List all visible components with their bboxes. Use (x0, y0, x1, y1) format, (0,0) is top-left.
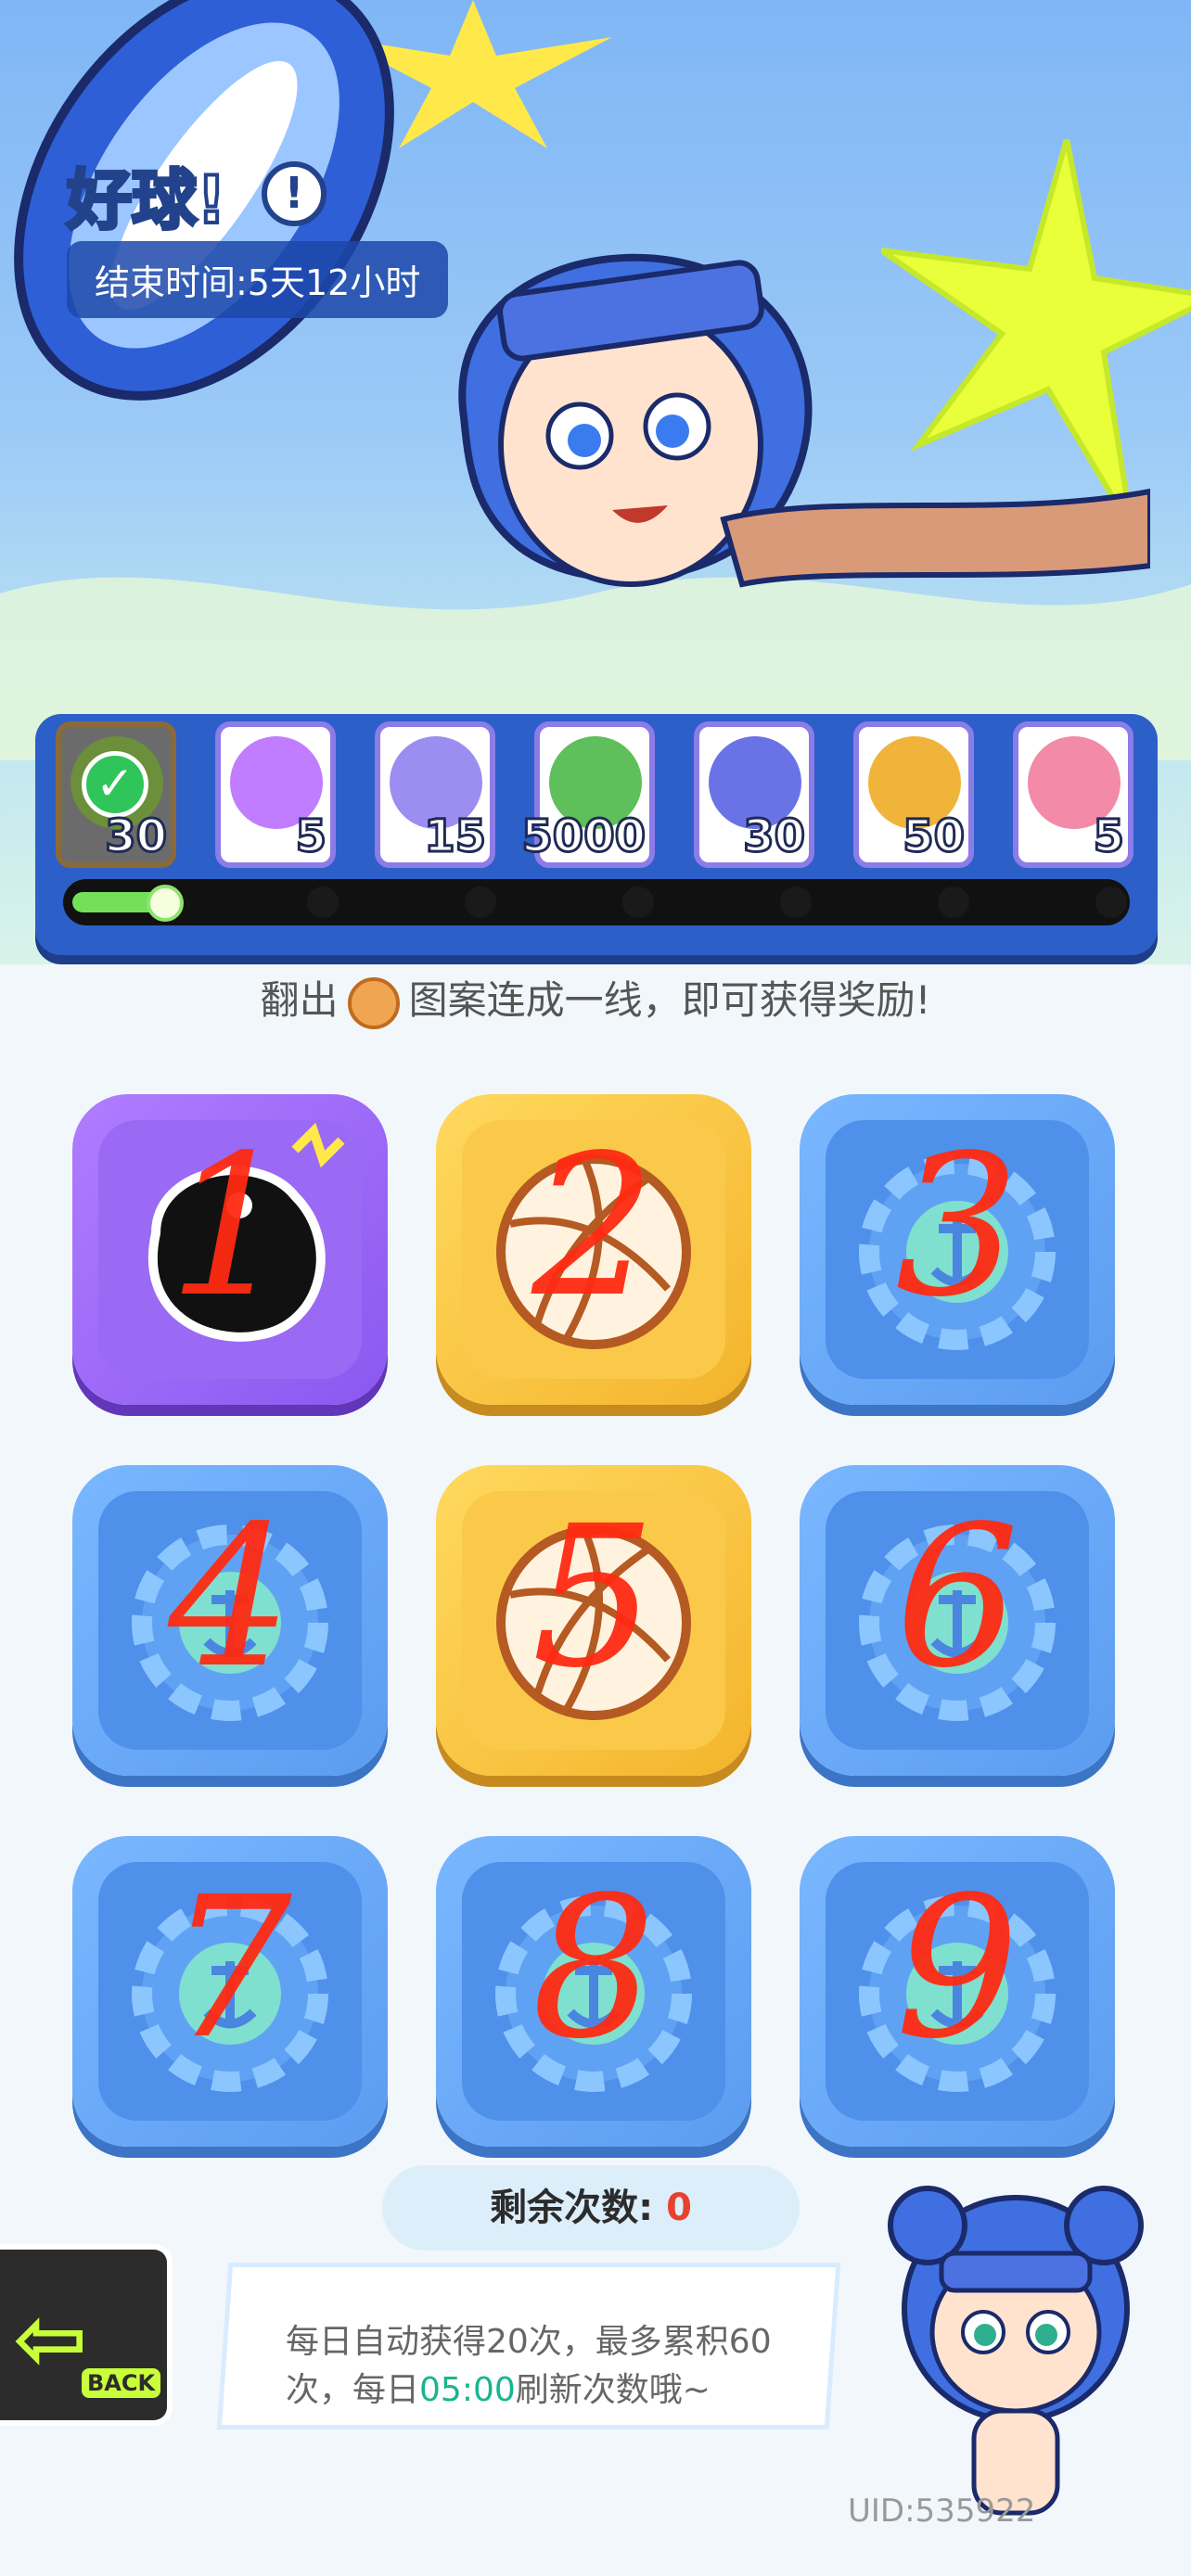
info-icon[interactable]: ! (262, 161, 327, 226)
reward-item[interactable]: ✓ 30 (56, 721, 176, 868)
grid-card[interactable]: 1 (72, 1094, 388, 1405)
back-label: BACK (82, 2368, 161, 2398)
grid-card[interactable]: 5 (436, 1465, 751, 1776)
grid-card[interactable]: 9 (800, 1836, 1115, 2147)
progress-bar (63, 879, 1130, 925)
volleyball-icon (347, 976, 400, 1029)
character-illustration (458, 253, 1150, 588)
reward-count: 30 (104, 810, 169, 864)
handwritten-number: 9 (895, 1855, 1019, 2082)
reward-count: 5 (1092, 810, 1125, 864)
progress-knob (147, 885, 184, 922)
end-time-label: 结束时间:5天12小时 (67, 241, 449, 318)
arrow-left-icon: ⇦ (13, 2287, 88, 2391)
reward-item[interactable]: 5 (1013, 721, 1133, 868)
reward-track: ✓ 30 5 15 5000 30 50 5 (35, 714, 1158, 955)
event-title: 好球! (65, 160, 228, 240)
chibi-character (888, 2186, 1144, 2516)
grid-card[interactable]: 6 (800, 1465, 1115, 1776)
handwritten-number: 8 (531, 1855, 656, 2082)
check-icon: ✓ (82, 751, 148, 818)
remaining-count: 剩余次数: 0 (382, 2165, 800, 2251)
reward-item[interactable]: 5000 (520, 721, 655, 868)
reward-count: 5000 (520, 810, 647, 864)
reward-count: 5 (294, 810, 327, 864)
progress-node (622, 886, 654, 918)
handwritten-number: 1 (168, 1113, 292, 1340)
progress-node (1095, 886, 1127, 918)
grid-card[interactable]: 7 (72, 1836, 388, 2147)
event-banner: 好球! ! 结束时间:5天12小时 ✓ 30 5 15 5000 30 50 5 (0, 0, 1191, 964)
handwritten-number: 5 (531, 1484, 656, 1711)
handwritten-number: 2 (531, 1113, 656, 1340)
reward-count: 30 (742, 810, 807, 864)
progress-node (465, 886, 496, 918)
handwritten-number: 6 (895, 1484, 1019, 1711)
grid-card[interactable]: 2 (436, 1094, 751, 1405)
grid-card[interactable]: 8 (436, 1836, 751, 2147)
reward-item[interactable]: 5 (215, 721, 336, 868)
progress-node (307, 886, 339, 918)
info-text: 每日自动获得20次，最多累积60 次，每日05:00刷新次数哦~ (286, 2323, 772, 2409)
user-id: UID:535922 (848, 2493, 1036, 2530)
reward-count: 15 (423, 810, 488, 864)
reward-item[interactable]: 50 (853, 721, 974, 868)
handwritten-number: 7 (168, 1855, 292, 2082)
handwritten-number: 4 (168, 1484, 292, 1711)
reward-item[interactable]: 30 (694, 721, 814, 868)
back-button[interactable]: ⇦ BACK (0, 2244, 173, 2426)
reward-item[interactable]: 15 (375, 721, 495, 868)
grid-card[interactable]: 3 (800, 1094, 1115, 1405)
progress-node (780, 886, 812, 918)
handwritten-number: 3 (895, 1113, 1019, 1340)
progress-node (938, 886, 969, 918)
hint-text: 翻出 图案连成一线，即可获得奖励! (0, 969, 1191, 1029)
reward-count: 50 (902, 810, 967, 864)
flip-grid: 1 2 3 4 5 6 7 8 9 (0, 1076, 1191, 2170)
grid-card[interactable]: 4 (72, 1465, 388, 1776)
